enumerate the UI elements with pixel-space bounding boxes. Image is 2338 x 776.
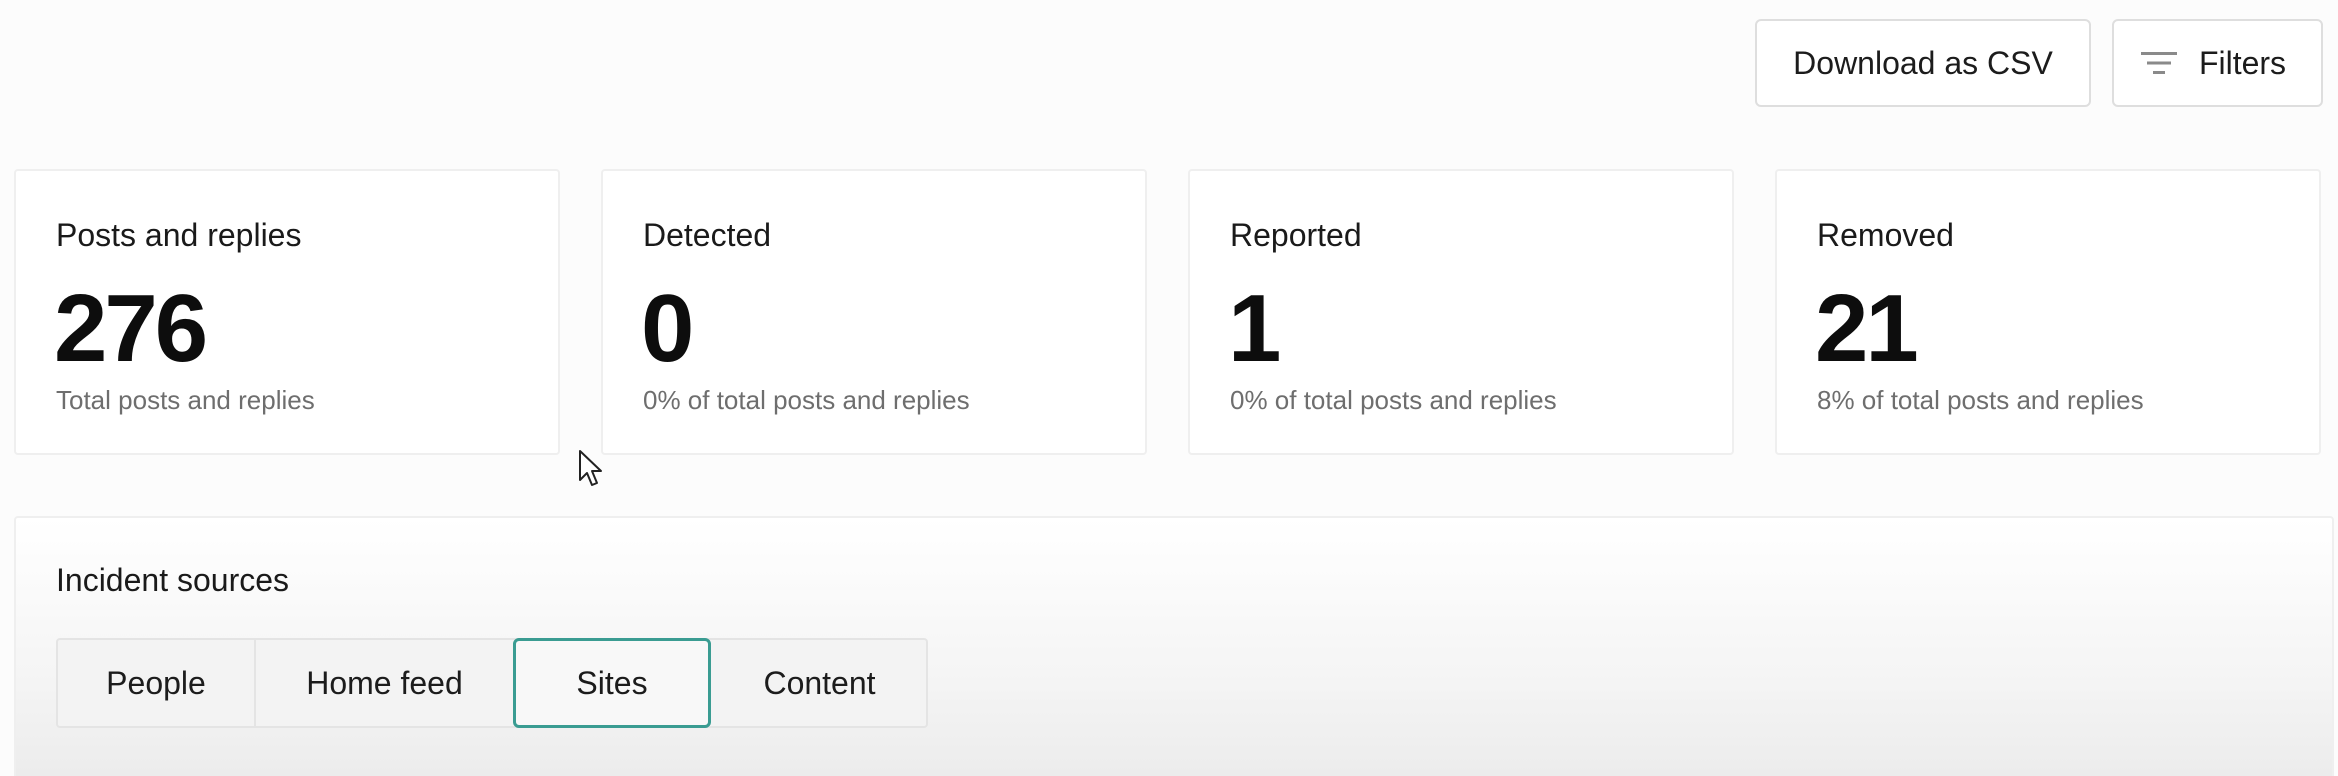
tab-label: Content <box>763 664 876 701</box>
filters-button[interactable]: Filters <box>2112 19 2323 107</box>
stat-value: 0 <box>641 275 694 382</box>
stat-value: 276 <box>54 275 208 382</box>
filters-label: Filters <box>2198 44 2287 81</box>
stat-title: Removed <box>1817 217 1954 253</box>
incident-sources-title: Incident sources <box>56 562 290 598</box>
stat-title: Detected <box>643 217 772 253</box>
stat-subtitle: 0% of total posts and replies <box>1230 385 1557 415</box>
incident-sources-tabs: People Home feed Sites Content <box>56 638 928 728</box>
stat-title: Posts and replies <box>56 217 302 253</box>
tab-home-feed[interactable]: Home feed <box>256 638 513 728</box>
stat-value: 1 <box>1228 275 1281 382</box>
stats-cards: Posts and replies 276 Total posts and re… <box>14 169 2321 455</box>
stat-card-detected: Detected 0 0% of total posts and replies <box>601 169 1147 455</box>
stat-subtitle: 0% of total posts and replies <box>643 385 970 415</box>
tab-label: Home feed <box>306 664 463 701</box>
stat-card-posts: Posts and replies 276 Total posts and re… <box>14 169 560 455</box>
download-csv-label: Download as CSV <box>1793 44 2053 81</box>
tab-sites[interactable]: Sites <box>513 638 711 728</box>
stat-title: Reported <box>1230 217 1362 253</box>
download-csv-button[interactable]: Download as CSV <box>1755 19 2091 107</box>
stat-card-reported: Reported 1 0% of total posts and replies <box>1188 169 1734 455</box>
incident-sources-panel: Incident sources People Home feed Sites … <box>14 516 2334 776</box>
tab-label: People <box>106 664 206 701</box>
stat-value: 21 <box>1815 275 1919 382</box>
tab-people[interactable]: People <box>58 638 256 728</box>
tab-content[interactable]: Content <box>711 638 928 728</box>
stat-subtitle: 8% of total posts and replies <box>1817 385 2144 415</box>
toolbar: Download as CSV Filters <box>1755 19 2323 107</box>
stat-subtitle: Total posts and replies <box>56 385 315 415</box>
mouse-cursor-icon <box>578 449 604 494</box>
tab-label: Sites <box>576 664 648 701</box>
stat-card-removed: Removed 21 8% of total posts and replies <box>1775 169 2321 455</box>
filter-lines-icon <box>2140 50 2177 76</box>
